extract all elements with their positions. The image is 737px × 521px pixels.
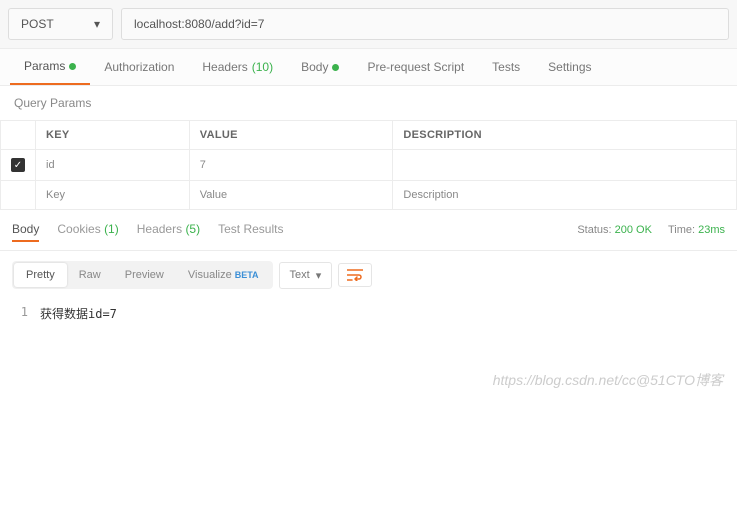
response-tabs: Body Cookies (1) Headers (5) Test Result… bbox=[12, 218, 283, 242]
checkbox-header bbox=[1, 121, 36, 150]
wrap-icon bbox=[347, 269, 363, 281]
http-method-value: POST bbox=[21, 17, 54, 31]
view-raw[interactable]: Raw bbox=[67, 263, 113, 287]
tab-authorization[interactable]: Authorization bbox=[90, 49, 188, 85]
content-type-select[interactable]: Text ▾ bbox=[279, 262, 333, 289]
request-tabs: Params Authorization Headers (10) Body P… bbox=[0, 49, 737, 86]
dot-icon bbox=[332, 64, 339, 71]
watermark: https://blog.csdn.net/cc@51CTO博客 bbox=[0, 362, 737, 400]
response-body: 1 获得数据id=7 bbox=[0, 299, 737, 362]
dot-icon bbox=[69, 63, 76, 70]
checkbox[interactable]: ✓ bbox=[11, 158, 25, 172]
resp-tab-testresults[interactable]: Test Results bbox=[218, 218, 283, 242]
tab-prerequest[interactable]: Pre-request Script bbox=[353, 49, 478, 85]
param-value[interactable]: 7 bbox=[189, 150, 393, 181]
key-header: KEY bbox=[36, 121, 190, 150]
tab-headers[interactable]: Headers (10) bbox=[188, 49, 287, 85]
tab-settings[interactable]: Settings bbox=[534, 49, 605, 85]
tab-body[interactable]: Body bbox=[287, 49, 353, 85]
tab-tests[interactable]: Tests bbox=[478, 49, 534, 85]
chevron-down-icon: ▾ bbox=[94, 17, 100, 31]
tab-params[interactable]: Params bbox=[10, 49, 90, 85]
code-line[interactable]: 获得数据id=7 bbox=[40, 305, 117, 322]
http-method-select[interactable]: POST ▾ bbox=[8, 8, 113, 40]
view-mode-tabs: Pretty Raw Preview VisualizeBETA bbox=[12, 261, 273, 289]
param-key-placeholder[interactable]: Key bbox=[36, 181, 190, 210]
resp-tab-body[interactable]: Body bbox=[12, 218, 39, 242]
param-key[interactable]: id bbox=[36, 150, 190, 181]
view-pretty[interactable]: Pretty bbox=[14, 263, 67, 287]
response-meta: Status: 200 OK Time: 23ms bbox=[577, 224, 725, 236]
beta-badge: BETA bbox=[235, 270, 259, 280]
value-header: VALUE bbox=[189, 121, 393, 150]
wrap-lines-button[interactable] bbox=[338, 263, 372, 287]
view-visualize[interactable]: VisualizeBETA bbox=[176, 263, 271, 287]
url-input[interactable] bbox=[121, 8, 729, 40]
desc-header: DESCRIPTION bbox=[393, 121, 737, 150]
time-value: 23ms bbox=[698, 224, 725, 236]
param-desc[interactable] bbox=[393, 150, 737, 181]
chevron-down-icon: ▾ bbox=[316, 269, 322, 282]
status-value: 200 OK bbox=[615, 224, 652, 236]
param-value-placeholder[interactable]: Value bbox=[189, 181, 393, 210]
query-params-table: KEY VALUE DESCRIPTION ✓ id 7 Key Value D… bbox=[0, 120, 737, 210]
resp-tab-cookies[interactable]: Cookies (1) bbox=[57, 218, 118, 242]
param-desc-placeholder[interactable]: Description bbox=[393, 181, 737, 210]
resp-tab-headers[interactable]: Headers (5) bbox=[137, 218, 200, 242]
view-preview[interactable]: Preview bbox=[113, 263, 176, 287]
table-row: ✓ id 7 bbox=[1, 150, 737, 181]
query-params-title: Query Params bbox=[0, 86, 737, 120]
table-row-empty: Key Value Description bbox=[1, 181, 737, 210]
line-number: 1 bbox=[0, 305, 40, 322]
